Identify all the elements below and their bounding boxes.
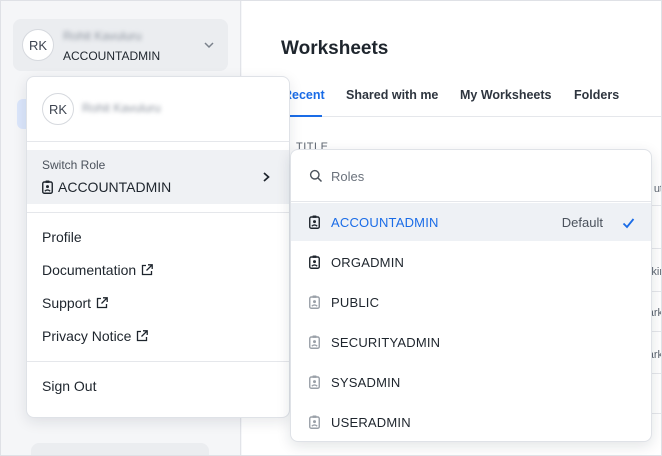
roles-submenu: ACCOUNTADMIN Default ORGADMIN PUBLIC SECURIT… — [290, 149, 652, 442]
menu-item-label: Support — [42, 295, 92, 311]
user-menu-button[interactable]: RK Rohit Kavuluru ACCOUNTADMIN — [13, 19, 228, 71]
roles-search-input[interactable] — [331, 166, 631, 186]
divider — [27, 361, 289, 362]
divider — [27, 212, 289, 213]
default-label: Default — [561, 215, 603, 230]
external-link-icon — [142, 264, 154, 276]
menu-item-label: Profile — [42, 229, 82, 245]
role-option-accountadmin[interactable]: ACCOUNTADMIN Default — [291, 203, 651, 241]
menu-item-label: Documentation — [42, 262, 137, 278]
page-title: Worksheets — [281, 38, 389, 59]
user-dropdown-menu: RK Rohit Kavuluru Switch Role ACCOUNTADM… — [26, 76, 290, 418]
role-name: PUBLIC — [331, 295, 380, 310]
sign-out-label: Sign Out — [42, 378, 97, 394]
switch-role-name: ACCOUNTADMIN — [58, 179, 172, 195]
menu-item-support[interactable]: Support — [42, 295, 109, 311]
checkmark-icon — [622, 216, 635, 229]
role-badge-icon — [309, 295, 320, 314]
menu-item-privacy-notice[interactable]: Privacy Notice — [42, 328, 149, 344]
chevron-down-icon — [204, 42, 214, 49]
table-row[interactable]: kir — [651, 266, 661, 278]
menu-item-label: Privacy Notice — [42, 328, 132, 344]
sign-out-button[interactable]: Sign Out — [42, 378, 96, 394]
role-badge-icon — [309, 255, 320, 274]
switch-role-value: ACCOUNTADMIN — [42, 179, 171, 195]
tab-my-worksheets[interactable]: My Worksheets — [460, 88, 551, 102]
role-name: SECURITYADMIN — [331, 335, 441, 350]
avatar: RK — [42, 93, 74, 125]
app-window: RK Rohit Kavuluru ACCOUNTADMIN Worksheet… — [0, 0, 662, 456]
roles-search — [291, 150, 651, 202]
user-name: Rohit Kavuluru — [63, 29, 142, 43]
external-link-icon — [137, 330, 149, 342]
role-name: SYSADMIN — [331, 375, 401, 390]
tab-bar: Recent Shared with me My Worksheets Fold… — [242, 87, 661, 117]
switch-role-item[interactable]: Switch Role ACCOUNTADMIN — [27, 150, 289, 204]
menu-item-profile[interactable]: Profile — [42, 229, 82, 245]
role-option-useradmin[interactable]: USERADMIN — [291, 403, 651, 441]
role-name: ORGADMIN — [331, 255, 405, 270]
role-badge-icon — [309, 215, 320, 234]
switch-role-label: Switch Role — [42, 158, 106, 172]
role-option-orgadmin[interactable]: ORGADMIN — [291, 243, 651, 281]
menu-item-documentation[interactable]: Documentation — [42, 262, 154, 278]
tab-folders[interactable]: Folders — [574, 88, 619, 102]
role-badge-icon — [309, 375, 320, 394]
role-name: ACCOUNTADMIN — [331, 215, 439, 230]
role-option-sysadmin[interactable]: SYSADMIN — [291, 363, 651, 401]
chevron-right-icon — [263, 172, 270, 182]
role-badge-icon — [42, 180, 53, 194]
user-name: Rohit Kavuluru — [82, 101, 161, 115]
sidebar-bottom-item[interactable] — [31, 443, 209, 455]
role-option-public[interactable]: PUBLIC — [291, 283, 651, 321]
divider — [27, 141, 289, 142]
search-icon — [309, 169, 323, 183]
role-option-securityadmin[interactable]: SECURITYADMIN — [291, 323, 651, 361]
avatar: RK — [22, 29, 54, 61]
tab-shared-with-me[interactable]: Shared with me — [346, 88, 438, 102]
role-name: USERADMIN — [331, 415, 411, 430]
role-badge-icon — [309, 415, 320, 434]
external-link-icon — [96, 297, 108, 309]
role-badge-icon — [309, 335, 320, 354]
current-role: ACCOUNTADMIN — [63, 49, 161, 63]
table-row[interactable]: ut — [654, 183, 661, 195]
